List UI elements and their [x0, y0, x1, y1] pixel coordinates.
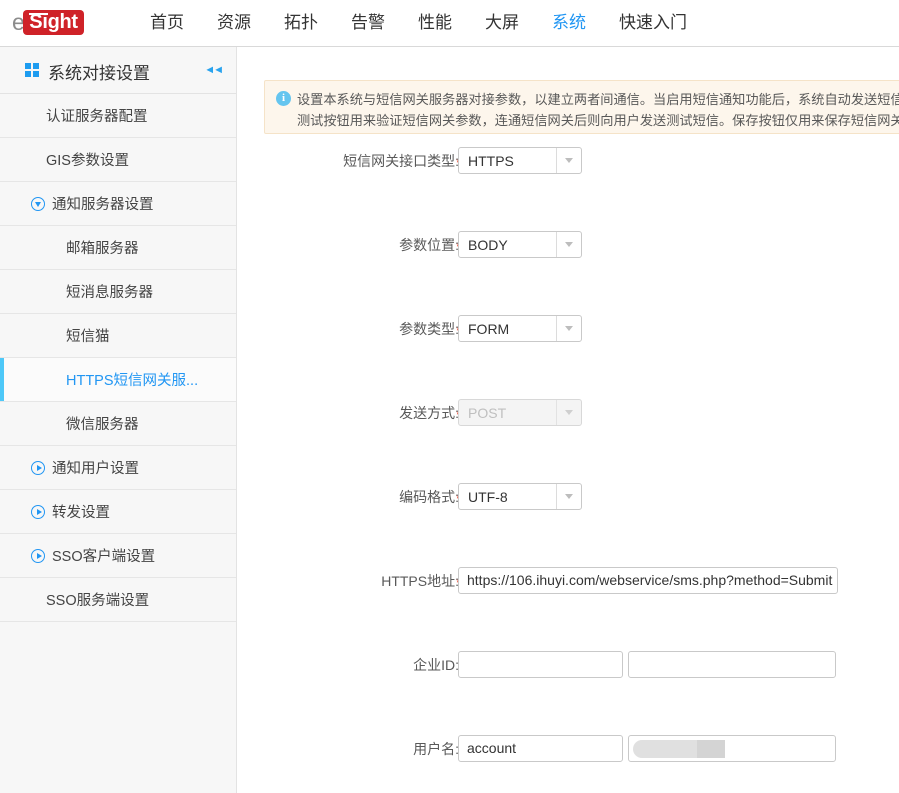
sidebar-item-8[interactable]: 通知用户设置: [0, 446, 236, 490]
sidebar-item-11[interactable]: SSO服务端设置: [0, 578, 236, 622]
sidebar-item-label: 微信服务器: [0, 413, 139, 434]
collapse-sidebar-icon[interactable]: ◄◄: [204, 64, 222, 76]
chevron-down-icon[interactable]: [556, 148, 581, 173]
sidebar-item-0[interactable]: 认证服务器配置: [0, 94, 236, 138]
logo-overline: [29, 13, 48, 15]
label-enterprise-id: 企业ID:: [238, 651, 459, 679]
info-banner: i 设置本系统与短信网关服务器对接参数，以建立两者间通信。当启用短信通知功能后，…: [264, 80, 899, 134]
sidebar-item-label: 邮箱服务器: [0, 237, 139, 258]
https-url-input[interactable]: https://106.ihuyi.com/webservice/sms.php…: [458, 567, 838, 594]
sidebar-item-label: SSO服务端设置: [0, 589, 149, 610]
chevron-down-icon[interactable]: [556, 232, 581, 257]
gateway-type-value: HTTPS: [459, 153, 514, 169]
nav-item-0[interactable]: 首页: [150, 0, 184, 46]
sidebar-item-label: 认证服务器配置: [0, 105, 148, 126]
label-param-position: 参数位置:: [238, 231, 459, 259]
field-row-param-type: * 参数类型: FORM: [238, 315, 899, 357]
param-position-select[interactable]: BODY: [458, 231, 582, 258]
sidebar-item-10[interactable]: SSO客户端设置: [0, 534, 236, 578]
nav-item-6[interactable]: 系统: [552, 0, 586, 46]
sidebar-header: 系统对接设置 ◄◄: [0, 47, 236, 94]
nav-item-7[interactable]: 快速入门: [619, 0, 687, 46]
sidebar-item-4[interactable]: 短消息服务器: [0, 270, 236, 314]
nav-item-4[interactable]: 性能: [418, 0, 452, 46]
sidebar-item-3[interactable]: 邮箱服务器: [0, 226, 236, 270]
field-row-encoding: * 编码格式: UTF-8: [238, 483, 899, 525]
label-https-url: HTTPS地址:: [238, 567, 459, 595]
sidebar-item-1[interactable]: GIS参数设置: [0, 138, 236, 182]
main-content: i 设置本系统与短信网关服务器对接参数，以建立两者间通信。当启用短信通知功能后，…: [238, 47, 899, 793]
label-gateway-type: 短信网关接口类型:: [238, 147, 459, 175]
encoding-select[interactable]: UTF-8: [458, 483, 582, 510]
sidebar-item-7[interactable]: 微信服务器: [0, 402, 236, 446]
sidebar: 系统对接设置 ◄◄ 认证服务器配置 GIS参数设置通知服务器设置邮箱服务器短消息服…: [0, 47, 237, 793]
chevron-down-icon: [556, 400, 581, 425]
field-row-username: 用户名: account: [238, 735, 899, 777]
sidebar-menu: 认证服务器配置 GIS参数设置通知服务器设置邮箱服务器短消息服务器短信猫 HTTPS…: [0, 94, 236, 622]
username-value-input[interactable]: [628, 735, 836, 762]
encoding-value: UTF-8: [459, 489, 508, 505]
sidebar-item-9[interactable]: 转发设置: [0, 490, 236, 534]
sidebar-item-label: 短消息服务器: [0, 281, 153, 302]
sidebar-item-label: 短信猫: [0, 325, 110, 346]
field-row-send-method: * 发送方式: POST: [238, 399, 899, 441]
enterprise-id-key-input[interactable]: [458, 651, 623, 678]
grid-icon: [25, 63, 40, 78]
field-row-gateway-type: * 短信网关接口类型: HTTPS: [238, 147, 899, 189]
sidebar-item-label: 通知用户设置: [0, 457, 139, 478]
nav-item-1[interactable]: 资源: [217, 0, 251, 46]
label-send-method: 发送方式:: [238, 399, 459, 427]
info-icon: i: [276, 91, 291, 106]
chevron-down-icon[interactable]: [556, 316, 581, 341]
sidebar-item-2[interactable]: 通知服务器设置: [0, 182, 236, 226]
field-row-param-position: * 参数位置: BODY: [238, 231, 899, 273]
sidebar-item-label: 通知服务器设置: [0, 193, 154, 214]
send-method-select: POST: [458, 399, 582, 426]
triangle-right-icon[interactable]: [31, 461, 45, 475]
gateway-type-select[interactable]: HTTPS: [458, 147, 582, 174]
chevron-down-icon[interactable]: [556, 484, 581, 509]
field-row-enterprise-id: 企业ID:: [238, 651, 899, 693]
sidebar-item-label: HTTPS短信网关服...: [0, 369, 198, 390]
param-position-value: BODY: [459, 237, 508, 253]
sidebar-item-label: 转发设置: [0, 501, 110, 522]
logo-brand: Sight: [29, 12, 78, 32]
triangle-right-icon[interactable]: [31, 505, 45, 519]
nav-item-2[interactable]: 拓扑: [284, 0, 318, 46]
label-encoding: 编码格式:: [238, 483, 459, 511]
label-username: 用户名:: [238, 735, 459, 763]
label-param-type: 参数类型:: [238, 315, 459, 343]
app-logo[interactable]: e Sight: [12, 8, 84, 36]
sidebar-title: 系统对接设置: [48, 59, 150, 84]
logo-badge: Sight: [23, 10, 84, 35]
sidebar-item-6[interactable]: HTTPS短信网关服...: [0, 358, 236, 402]
field-row-https-url: * HTTPS地址: https://106.ihuyi.com/webserv…: [238, 567, 899, 609]
username-key-input[interactable]: account: [458, 735, 623, 762]
main-navigation: 首页资源拓扑告警性能大屏系统快速入门: [150, 0, 720, 46]
send-method-value: POST: [459, 405, 506, 421]
nav-item-3[interactable]: 告警: [351, 0, 385, 46]
param-type-value: FORM: [459, 321, 509, 337]
triangle-down-icon[interactable]: [31, 197, 45, 211]
param-type-select[interactable]: FORM: [458, 315, 582, 342]
sidebar-item-5[interactable]: 短信猫: [0, 314, 236, 358]
redaction-bar: [633, 740, 725, 758]
sms-gateway-form: * 短信网关接口类型: HTTPS * 参数位置: BODY * 参数类型:: [238, 147, 899, 777]
nav-item-5[interactable]: 大屏: [485, 0, 519, 46]
info-banner-text: 设置本系统与短信网关服务器对接参数，以建立两者间通信。当启用短信通知功能后，系统…: [297, 89, 899, 131]
sidebar-item-label: GIS参数设置: [0, 149, 129, 170]
triangle-right-icon[interactable]: [31, 549, 45, 563]
sidebar-item-label: SSO客户端设置: [0, 545, 155, 566]
enterprise-id-value-input[interactable]: [628, 651, 836, 678]
top-bar: e Sight 首页资源拓扑告警性能大屏系统快速入门: [0, 0, 899, 47]
